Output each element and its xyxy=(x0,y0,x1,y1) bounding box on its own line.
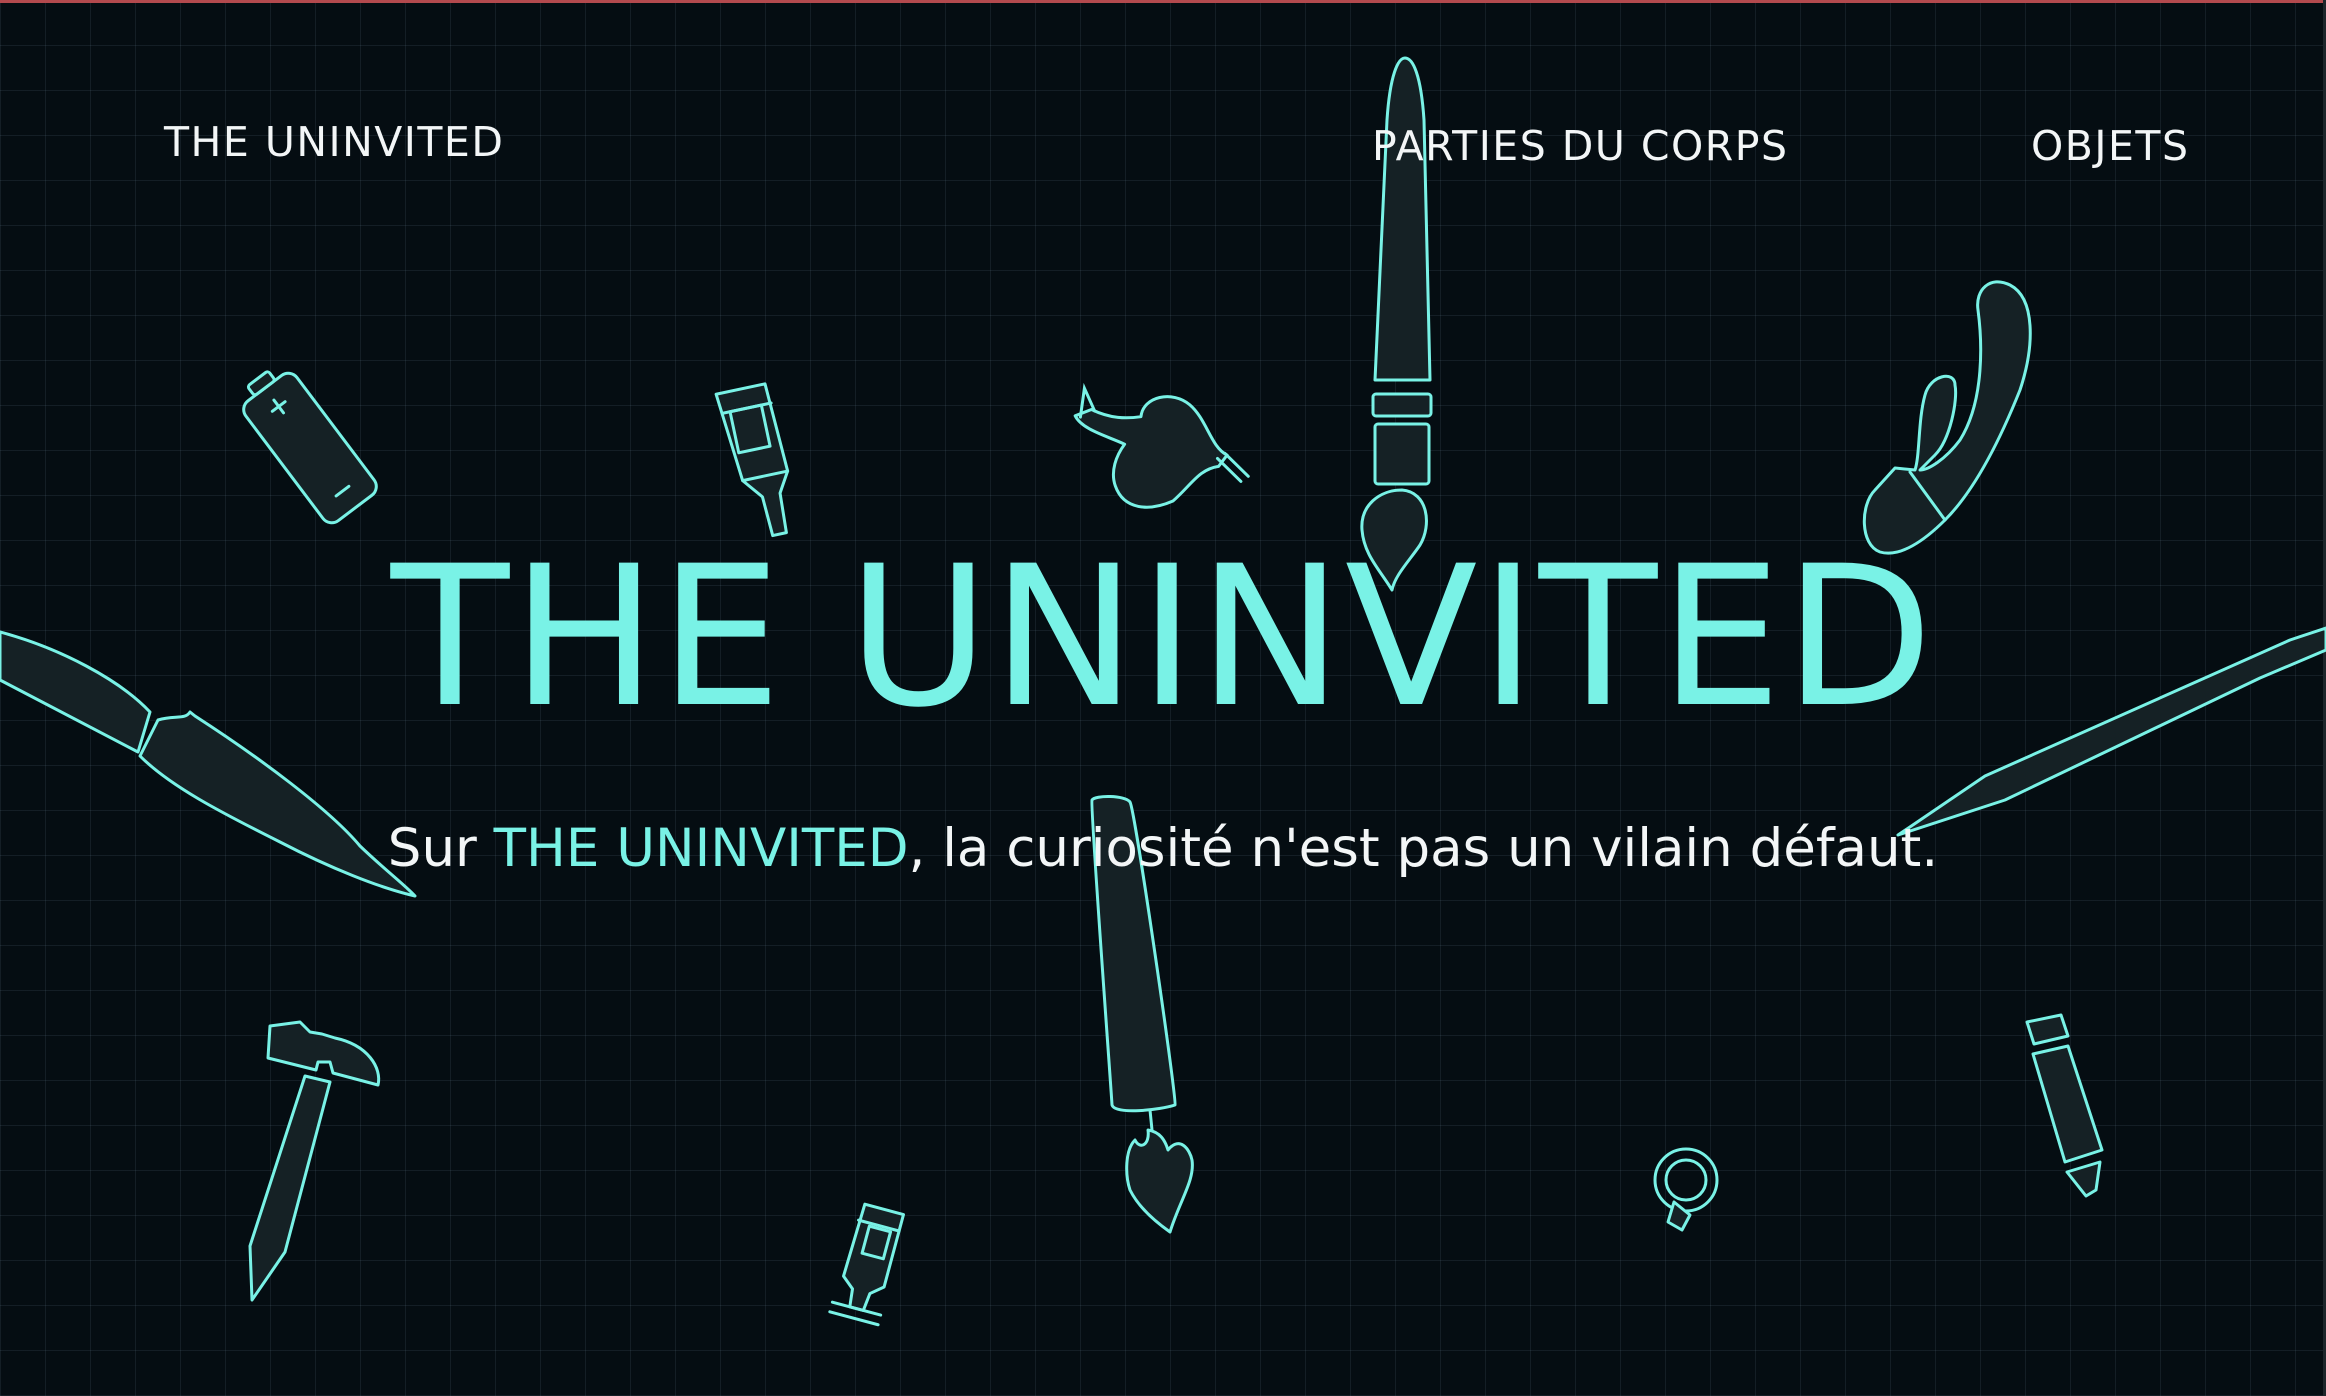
hero-subtitle: Sur THE UNINVITED, la curiosité n'est pa… xyxy=(0,818,2326,879)
nav-link-objects[interactable]: OBJETS xyxy=(2031,122,2189,170)
nav-link-body-parts[interactable]: PARTIES DU CORPS xyxy=(1372,122,1789,170)
page-background: THE UNINVITED PARTIES DU CORPS OBJETS TH… xyxy=(0,0,2326,1396)
pencil-icon xyxy=(2025,1013,2104,1198)
vase-icon xyxy=(1073,382,1250,509)
brand-link[interactable]: THE UNINVITED xyxy=(164,118,504,166)
vibrator-icon xyxy=(1862,280,2032,555)
subtitle-suffix: , la curiosité n'est pas un vilain défau… xyxy=(908,818,1939,879)
subtitle-prefix: Sur xyxy=(387,818,494,879)
small-bottle-icon xyxy=(828,1202,905,1327)
bottle-icon xyxy=(714,382,790,538)
hammer-icon xyxy=(248,1020,381,1302)
subtitle-highlight: THE UNINVITED xyxy=(493,818,909,879)
ring-icon xyxy=(1653,1147,1719,1232)
battery-icon xyxy=(242,370,378,525)
hero-title: THE UNINVITED xyxy=(390,524,1936,750)
